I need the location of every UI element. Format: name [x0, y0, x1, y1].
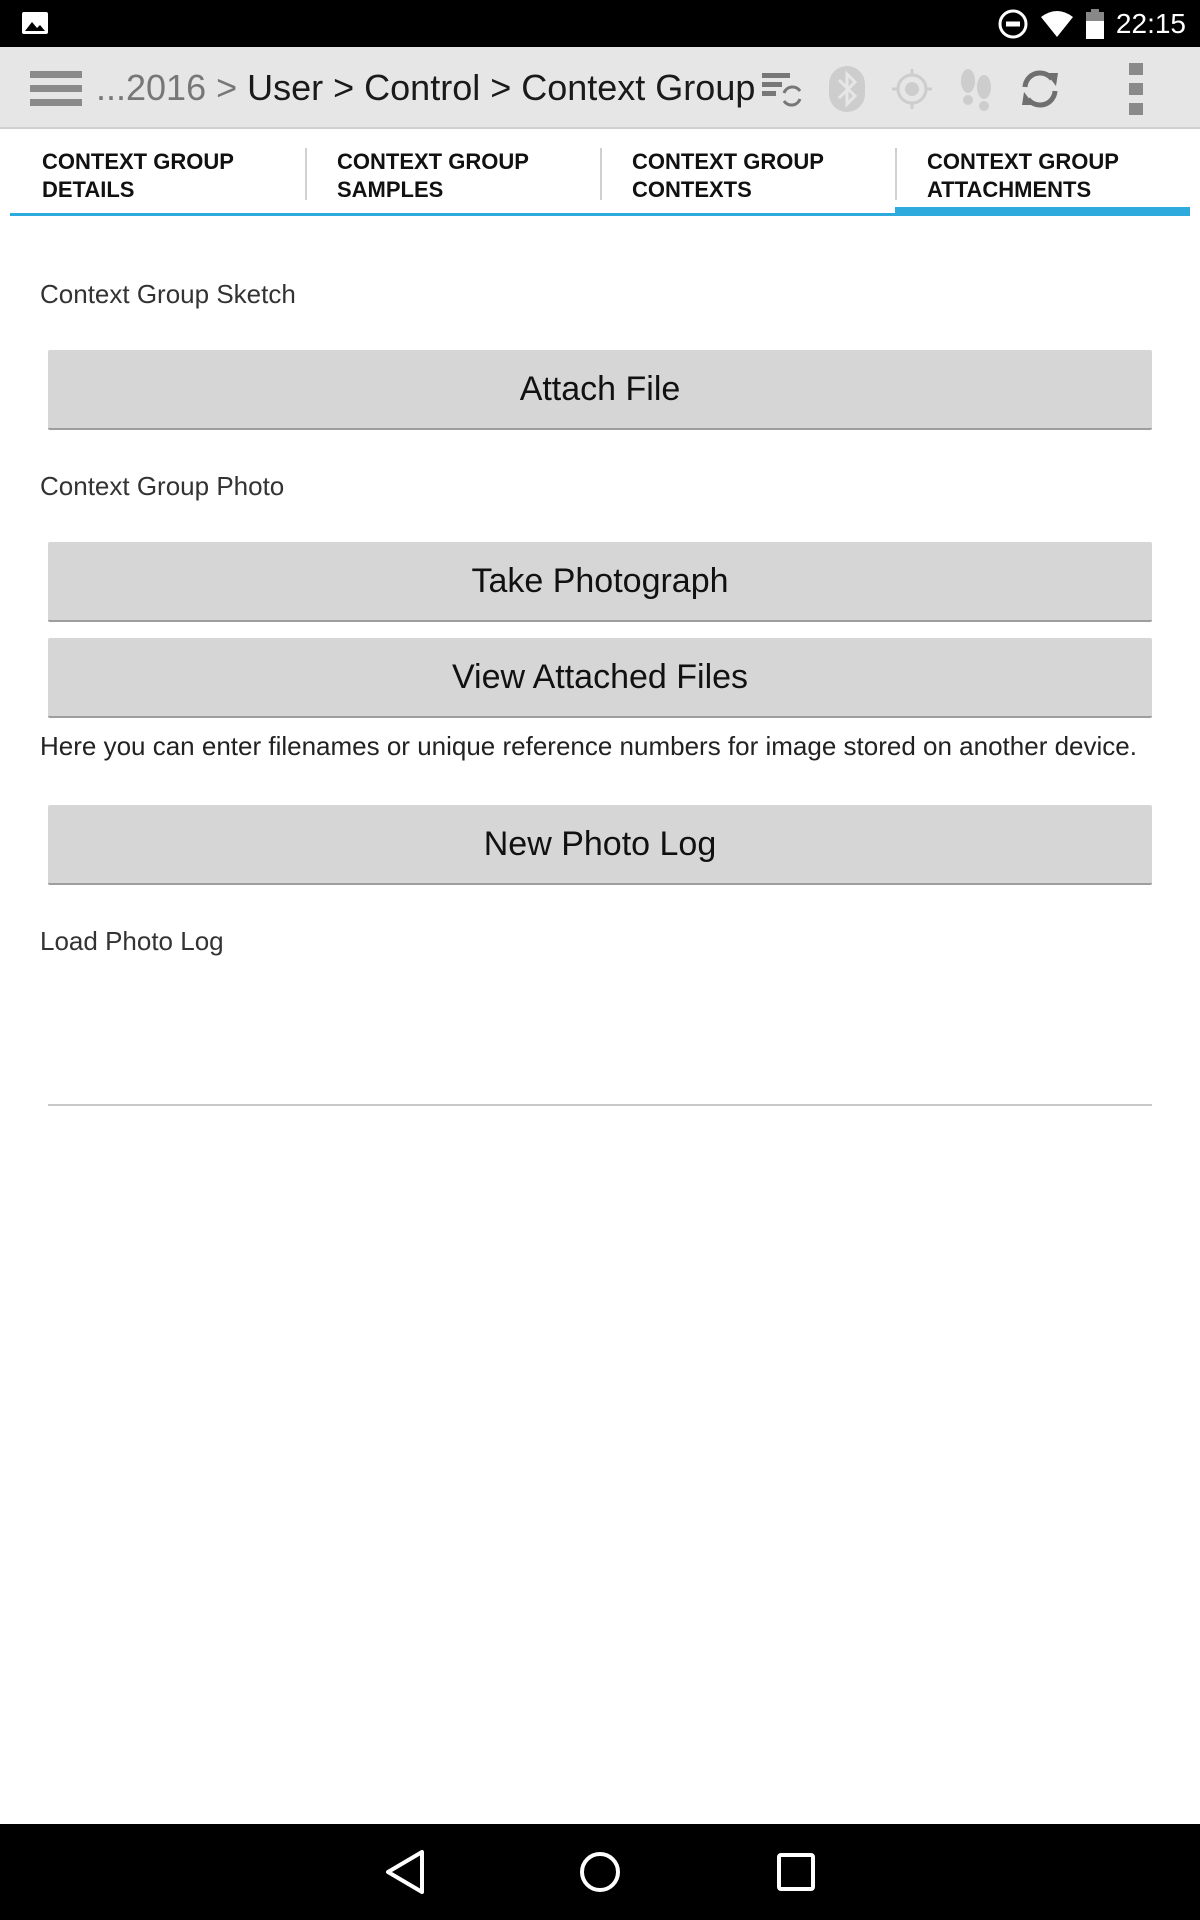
navigation-bar	[0, 1824, 1200, 1920]
tab-label-line2: SAMPLES	[337, 177, 444, 202]
gallery-icon	[22, 12, 48, 34]
tab-label-line2: ATTACHMENTS	[927, 177, 1092, 202]
view-attached-files-button[interactable]: View Attached Files	[48, 638, 1152, 718]
breadcrumb: ...2016 > User > Control > Context Group	[96, 47, 755, 129]
tab-label-line2: DETAILS	[42, 177, 135, 202]
tab-context-group-details[interactable]: CONTEXT GROUP DETAILS	[10, 136, 305, 216]
battery-icon	[1085, 8, 1104, 39]
sketch-label: Context Group Sketch	[40, 279, 296, 309]
action-bar: ...2016 > User > Control > Context Group	[0, 47, 1200, 129]
home-icon[interactable]	[574, 1846, 626, 1898]
tab-context-group-samples[interactable]: CONTEXT GROUP SAMPLES	[305, 136, 600, 216]
new-photo-log-button[interactable]: New Photo Log	[48, 805, 1152, 885]
load-photo-log-field[interactable]	[48, 976, 1152, 1106]
breadcrumb-prefix[interactable]: ...2016 >	[96, 67, 237, 109]
clock: 22:15	[1115, 7, 1186, 39]
photo-label: Context Group Photo	[40, 471, 285, 501]
gps-icon[interactable]	[888, 65, 936, 113]
tab-label-line1: CONTEXT GROUP	[632, 149, 824, 174]
take-photograph-button[interactable]: Take Photograph	[48, 542, 1152, 622]
tab-label-line2: CONTEXTS	[632, 177, 752, 202]
tab-context-group-attachments[interactable]: CONTEXT GROUP ATTACHMENTS	[895, 136, 1190, 216]
wifi-icon	[1040, 10, 1073, 37]
status-bar: 22:15	[0, 0, 1200, 47]
do-not-disturb-icon	[998, 9, 1028, 38]
tab-bar: CONTEXT GROUP DETAILS CONTEXT GROUP SAMP…	[10, 136, 1190, 216]
bluetooth-icon[interactable]	[823, 65, 871, 113]
load-photo-log-label: Load Photo Log	[40, 926, 224, 956]
refresh-icon[interactable]	[1016, 65, 1064, 113]
recents-icon[interactable]	[770, 1846, 822, 1898]
attach-file-button[interactable]: Attach File	[48, 350, 1152, 430]
overflow-menu-icon[interactable]	[1112, 63, 1160, 115]
breadcrumb-path[interactable]: User > Control > Context Group	[247, 67, 755, 109]
menu-icon[interactable]	[30, 69, 82, 109]
sync-settings-icon[interactable]	[758, 65, 806, 113]
back-icon[interactable]	[380, 1846, 432, 1898]
tab-context-group-contexts[interactable]: CONTEXT GROUP CONTEXTS	[600, 136, 895, 216]
footsteps-icon[interactable]	[952, 65, 1000, 113]
attachments-panel: Context Group Sketch Attach File Context…	[10, 216, 1190, 1824]
tab-label-line1: CONTEXT GROUP	[42, 149, 234, 174]
tab-label-line1: CONTEXT GROUP	[337, 149, 529, 174]
photo-log-help-text: Here you can enter filenames or unique r…	[40, 731, 1137, 761]
tab-label-line1: CONTEXT GROUP	[927, 149, 1119, 174]
